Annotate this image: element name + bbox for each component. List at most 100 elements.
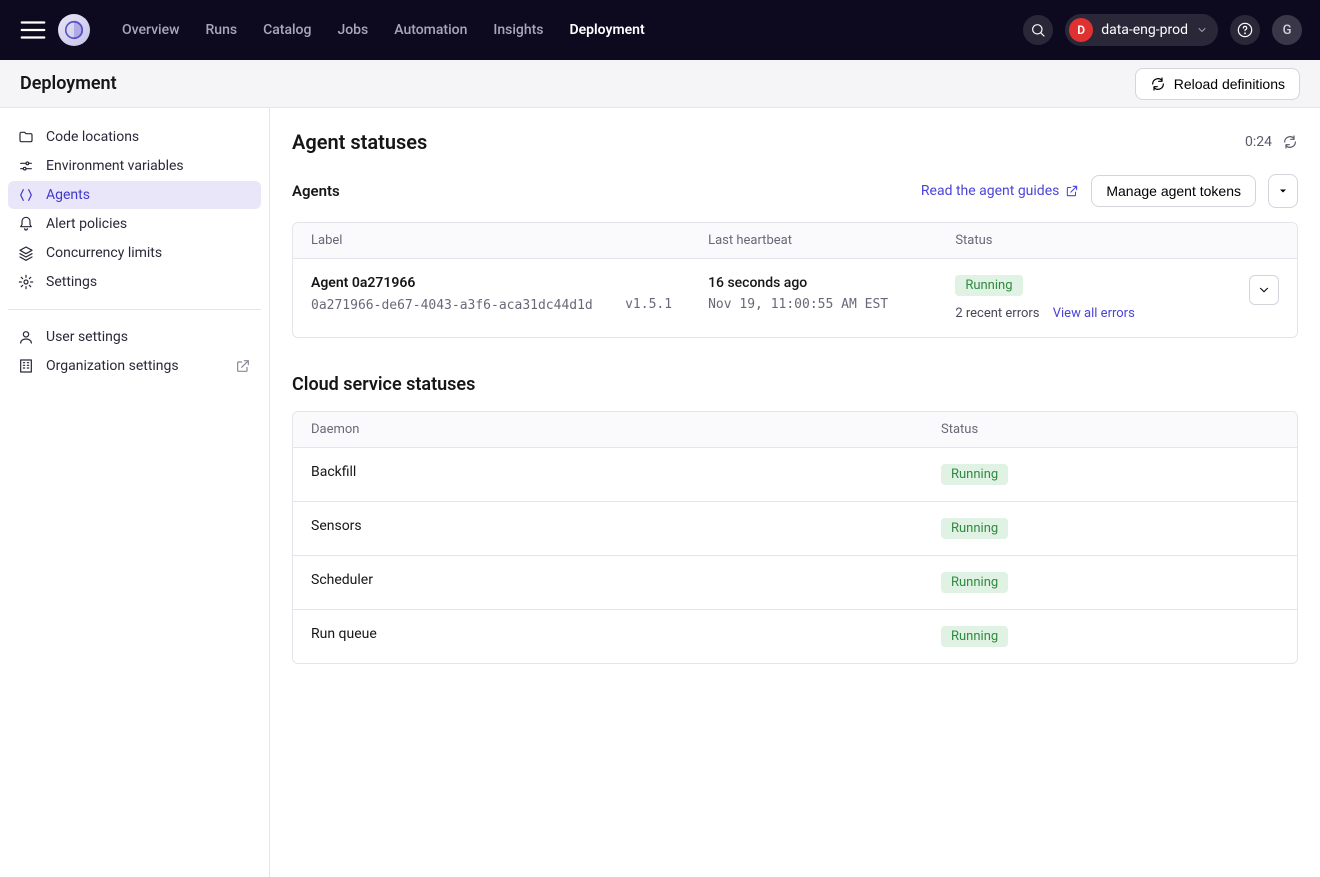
nav-deployment[interactable]: Deployment [570, 22, 645, 38]
daemon-name: Scheduler [293, 556, 923, 610]
agents-actions: Read the agent guides Manage agent token… [921, 174, 1298, 208]
nav-links: Overview Runs Catalog Jobs Automation In… [122, 22, 645, 38]
read-agent-guides-link[interactable]: Read the agent guides [921, 183, 1079, 199]
sidebar: Code locations Environment variables Age… [0, 108, 270, 877]
view-all-errors-link[interactable]: View all errors [1053, 306, 1135, 321]
sidebar-item-label: Alert policies [46, 216, 127, 232]
building-icon [18, 358, 34, 374]
heartbeat-relative: 16 seconds ago [708, 275, 919, 291]
sidebar-item-code-locations[interactable]: Code locations [8, 123, 261, 151]
nav-catalog[interactable]: Catalog [263, 22, 311, 38]
agent-label: Agent 0a271966 [311, 275, 672, 291]
user-icon [18, 329, 34, 345]
search-button[interactable] [1023, 15, 1053, 45]
agent-version: v1.5.1 [625, 297, 672, 312]
page-title: Deployment [20, 73, 117, 94]
sidebar-item-settings[interactable]: Settings [8, 268, 261, 296]
status-badge: Running [941, 626, 1008, 647]
sidebar-item-label: Concurrency limits [46, 245, 162, 261]
col-expand [1231, 223, 1297, 259]
agent-row: Agent 0a271966 v1.5.1 0a271966-de67-4043… [293, 259, 1297, 337]
sidebar-item-label: Code locations [46, 129, 139, 145]
status-badge: Running [941, 464, 1008, 485]
nav-runs[interactable]: Runs [205, 22, 237, 38]
sidebar-item-label: Organization settings [46, 358, 179, 374]
sidebar-divider [8, 309, 261, 310]
external-link-icon [1065, 184, 1079, 198]
top-nav-left: Overview Runs Catalog Jobs Automation In… [18, 14, 645, 46]
sidebar-item-label: Environment variables [46, 158, 184, 174]
status-badge: Running [941, 518, 1008, 539]
agents-table: Label Last heartbeat Status Agent 0a2719… [292, 222, 1298, 338]
sliders-icon [18, 158, 34, 174]
chevron-down-icon [1257, 283, 1271, 297]
sidebar-item-label: User settings [46, 329, 128, 345]
reload-icon [1150, 76, 1166, 92]
cloud-services-table: Daemon Status Backfill Running Sensors R… [292, 411, 1298, 664]
sidebar-item-agents[interactable]: Agents [8, 181, 261, 209]
nav-insights[interactable]: Insights [493, 22, 543, 38]
refresh-timer: 0:24 [1245, 134, 1298, 150]
nav-automation[interactable]: Automation [394, 22, 467, 38]
nav-overview[interactable]: Overview [122, 22, 179, 38]
col-daemon: Daemon [293, 412, 923, 448]
col-label: Label [293, 223, 690, 259]
timer-value: 0:24 [1245, 134, 1272, 150]
chevron-down-icon [1196, 24, 1208, 36]
errors-count: 2 recent errors [955, 306, 1039, 321]
external-link-icon [235, 358, 251, 374]
main-content: Agent statuses 0:24 Agents Read the agen… [270, 108, 1320, 877]
top-nav-right: D data-eng-prod G [1023, 14, 1302, 46]
folder-icon [18, 129, 34, 145]
user-avatar[interactable]: G [1272, 15, 1302, 45]
gear-icon [18, 274, 34, 290]
manage-agent-tokens-button[interactable]: Manage agent tokens [1091, 175, 1256, 207]
heartbeat-absolute: Nov 19, 11:00:55 AM EST [708, 297, 919, 312]
agents-sub-title: Agents [292, 182, 340, 200]
status-badge: Running [955, 275, 1022, 296]
expand-agent-button[interactable] [1249, 275, 1279, 305]
sidebar-item-user-settings[interactable]: User settings [8, 323, 261, 351]
reload-definitions-button[interactable]: Reload definitions [1135, 68, 1300, 100]
agent-actions-menu-button[interactable] [1268, 174, 1298, 208]
daemon-row: Sensors Running [293, 502, 1297, 556]
daemon-name: Backfill [293, 448, 923, 502]
daemon-row: Run queue Running [293, 610, 1297, 663]
help-button[interactable] [1230, 15, 1260, 45]
workspace-badge: D [1069, 18, 1093, 42]
daemon-row: Backfill Running [293, 448, 1297, 502]
workspace-switcher[interactable]: D data-eng-prod [1065, 14, 1218, 46]
daemon-name: Run queue [293, 610, 923, 663]
guide-link-label: Read the agent guides [921, 183, 1059, 199]
col-status: Status [937, 223, 1231, 259]
agents-sub-head: Agents Read the agent guides Manage agen… [292, 174, 1298, 208]
sidebar-item-alert-policies[interactable]: Alert policies [8, 210, 261, 238]
sidebar-item-label: Agents [46, 187, 90, 203]
daemon-name: Sensors [293, 502, 923, 556]
logo[interactable] [58, 14, 90, 46]
hamburger-menu-button[interactable] [18, 15, 48, 45]
agent-id: 0a271966-de67-4043-a3f6-aca31dc44d1d [311, 298, 593, 313]
daemon-row: Scheduler Running [293, 556, 1297, 610]
sidebar-item-label: Settings [46, 274, 97, 290]
layers-icon [18, 245, 34, 261]
cloud-statuses-title: Cloud service statuses [292, 374, 1298, 395]
agents-icon [18, 187, 34, 203]
sidebar-item-concurrency[interactable]: Concurrency limits [8, 239, 261, 267]
caret-down-icon [1277, 185, 1289, 197]
sidebar-deployment-group: Code locations Environment variables Age… [8, 118, 261, 301]
nav-jobs[interactable]: Jobs [337, 22, 368, 38]
refresh-icon[interactable] [1282, 134, 1298, 150]
sidebar-settings-group: User settings Organization settings [8, 318, 261, 385]
sidebar-item-env-vars[interactable]: Environment variables [8, 152, 261, 180]
agent-statuses-title: Agent statuses [292, 130, 427, 154]
col-heartbeat: Last heartbeat [690, 223, 937, 259]
page-header: Deployment Reload definitions [0, 60, 1320, 108]
bell-icon [18, 216, 34, 232]
status-badge: Running [941, 572, 1008, 593]
layout: Code locations Environment variables Age… [0, 108, 1320, 877]
workspace-name: data-eng-prod [1101, 22, 1188, 38]
top-nav: Overview Runs Catalog Jobs Automation In… [0, 0, 1320, 60]
agent-section-head: Agent statuses 0:24 [292, 130, 1298, 154]
sidebar-item-org-settings[interactable]: Organization settings [8, 352, 261, 380]
